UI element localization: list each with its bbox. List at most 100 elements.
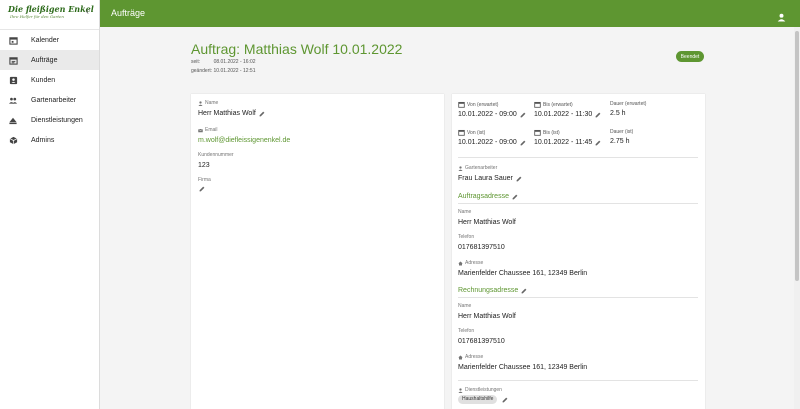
calendar-icon bbox=[8, 35, 18, 45]
changed-line: geändert: 10.01.2022 - 12:51 bbox=[191, 68, 256, 74]
home-icon bbox=[458, 355, 463, 360]
gardener-field: Gartenarbeiter Frau Laura Sauer bbox=[458, 165, 522, 183]
customer-number: 123 bbox=[198, 162, 210, 169]
section-title-text: Auftragsadresse bbox=[458, 193, 509, 200]
field-label: Firma bbox=[198, 177, 211, 183]
edit-icon[interactable] bbox=[520, 112, 526, 118]
customer-number-field: Kundennummer 123 bbox=[198, 152, 234, 170]
customer-name: Herr Matthias Wolf bbox=[198, 110, 256, 117]
customer-email-field: Email m.wolf@diefleissigenenkel.de bbox=[198, 127, 290, 145]
order-address-title: Auftragsadresse bbox=[458, 193, 518, 200]
field-label: Kundennummer bbox=[198, 152, 234, 158]
customer-name-field: Name Herr Matthias Wolf bbox=[198, 100, 265, 118]
billing-address-field: Adresse Marienfelder Chaussee 161, 12349… bbox=[458, 354, 587, 372]
from-actual-value: 10.01.2022 - 09:00 bbox=[458, 139, 517, 146]
edit-icon[interactable] bbox=[502, 397, 508, 403]
sidebar-item-label: Kunden bbox=[31, 76, 56, 84]
edit-icon[interactable] bbox=[512, 194, 518, 200]
services-icon bbox=[8, 115, 18, 125]
service-chip[interactable]: Haushaltshilfe bbox=[458, 395, 498, 404]
edit-icon[interactable] bbox=[520, 140, 526, 146]
sidebar-item-label: Admins bbox=[31, 136, 55, 144]
billing-address-phone: 017681397510 bbox=[458, 338, 505, 345]
field-label: Telefon bbox=[458, 234, 475, 240]
to-expected-value: 10.01.2022 - 11:30 bbox=[534, 111, 593, 118]
calendar-icon bbox=[534, 129, 541, 136]
sidebar-item-kalender[interactable]: Kalender bbox=[0, 30, 99, 50]
edit-icon[interactable] bbox=[595, 140, 601, 146]
page-scrollbar[interactable] bbox=[794, 27, 800, 409]
sidebar-item-label: Dienstleistungen bbox=[31, 116, 83, 124]
sidebar-item-admins[interactable]: Admins bbox=[0, 130, 99, 150]
since-value: 08.01.2022 - 16:02 bbox=[213, 59, 256, 65]
order-address-field: Adresse Marienfelder Chaussee 161, 12349… bbox=[458, 260, 587, 278]
customer-email-link[interactable]: m.wolf@diefleissigenenkel.de bbox=[198, 136, 290, 145]
edit-icon[interactable] bbox=[595, 112, 601, 118]
field-label: Adresse bbox=[465, 260, 484, 266]
billing-address-value: Marienfelder Chaussee 161, 12349 Berlin bbox=[458, 364, 588, 371]
edit-icon[interactable] bbox=[259, 111, 265, 117]
sidebar-item-label: Kalender bbox=[31, 36, 60, 44]
billing-address-title: Rechnungsadresse bbox=[458, 287, 527, 294]
field-label: Telefon bbox=[458, 328, 475, 334]
person-icon bbox=[458, 388, 463, 393]
field-label: Adresse bbox=[465, 354, 484, 360]
divider bbox=[458, 203, 698, 204]
duration-actual-value: 2.75 h bbox=[610, 138, 630, 145]
people-icon bbox=[8, 95, 18, 105]
services-field: Dienstleistungen Haushaltshilfe bbox=[458, 387, 508, 404]
company-field: Firma bbox=[198, 177, 211, 192]
sidebar-nav: Kalender Aufträge Kunden Gartenarbeiter … bbox=[0, 29, 99, 150]
order-address-phone: 017681397510 bbox=[458, 244, 505, 251]
duration-expected-value: 2.5 h bbox=[610, 110, 626, 117]
person-icon bbox=[198, 101, 203, 106]
home-icon bbox=[458, 261, 463, 266]
billing-address-name-field: Name Herr Matthias Wolf bbox=[458, 303, 516, 321]
to-actual-field: Bis (ist) 10.01.2022 - 11:45 bbox=[534, 129, 601, 147]
order-address-phone-field: Telefon 017681397510 bbox=[458, 234, 505, 252]
edit-icon[interactable] bbox=[516, 176, 522, 182]
section-title-text: Rechnungsadresse bbox=[458, 287, 519, 294]
billing-address-phone-field: Telefon 017681397510 bbox=[458, 328, 505, 346]
admin-icon bbox=[8, 135, 18, 145]
user-account-icon[interactable] bbox=[777, 9, 786, 22]
from-actual-field: Von (ist) 10.01.2022 - 09:00 bbox=[458, 129, 526, 147]
sidebar-item-kunden[interactable]: Kunden bbox=[0, 70, 99, 90]
divider bbox=[458, 157, 698, 158]
app-bar: Aufträge bbox=[100, 0, 800, 27]
edit-icon[interactable] bbox=[521, 288, 527, 294]
field-label: Dienstleistungen bbox=[465, 387, 502, 393]
status-badge: Beendet bbox=[676, 51, 704, 62]
sidebar-item-gartenarbeiter[interactable]: Gartenarbeiter bbox=[0, 90, 99, 110]
field-label: Dauer (erwartet) bbox=[610, 101, 647, 107]
field-label: Name bbox=[205, 100, 219, 106]
field-label: Dauer (ist) bbox=[610, 129, 634, 135]
field-label: Email bbox=[205, 127, 218, 133]
chevron-left-icon[interactable]: ‹ bbox=[86, 6, 89, 17]
field-label: Von (erwartet) bbox=[467, 101, 499, 108]
field-label: Bis (erwartet) bbox=[543, 101, 573, 108]
email-icon bbox=[198, 128, 203, 133]
duration-actual-field: Dauer (ist) 2.75 h bbox=[610, 129, 633, 146]
duration-expected-field: Dauer (erwartet) 2.5 h bbox=[610, 101, 646, 118]
scrollbar-thumb[interactable] bbox=[795, 31, 799, 281]
divider bbox=[458, 380, 698, 381]
field-label: Name bbox=[458, 209, 472, 215]
field-label: Gartenarbeiter bbox=[465, 165, 498, 171]
order-details-card: Von (erwartet) 10.01.2022 - 09:00 Bis (e… bbox=[452, 94, 705, 409]
sidebar-item-dienstleistungen[interactable]: Dienstleistungen bbox=[0, 110, 99, 130]
calendar-icon bbox=[458, 129, 465, 136]
orders-icon bbox=[8, 55, 18, 65]
order-address-name-field: Name Herr Matthias Wolf bbox=[458, 209, 516, 227]
edit-icon[interactable] bbox=[199, 186, 205, 192]
page-title: Auftrag: Matthias Wolf 10.01.2022 bbox=[191, 41, 403, 57]
field-label: Bis (ist) bbox=[543, 129, 560, 136]
since-label: seit: bbox=[191, 59, 201, 65]
app-bar-title: Aufträge bbox=[111, 8, 146, 18]
customer-card: Name Herr Matthias Wolf Email m.wolf@die… bbox=[191, 94, 444, 409]
person-icon bbox=[458, 166, 463, 171]
divider bbox=[458, 297, 698, 298]
sidebar-item-auftraege[interactable]: Aufträge bbox=[0, 50, 99, 70]
contacts-icon bbox=[8, 75, 18, 85]
sidebar: Die fleißigen Enkel Ihre Helfer für den … bbox=[0, 0, 100, 409]
